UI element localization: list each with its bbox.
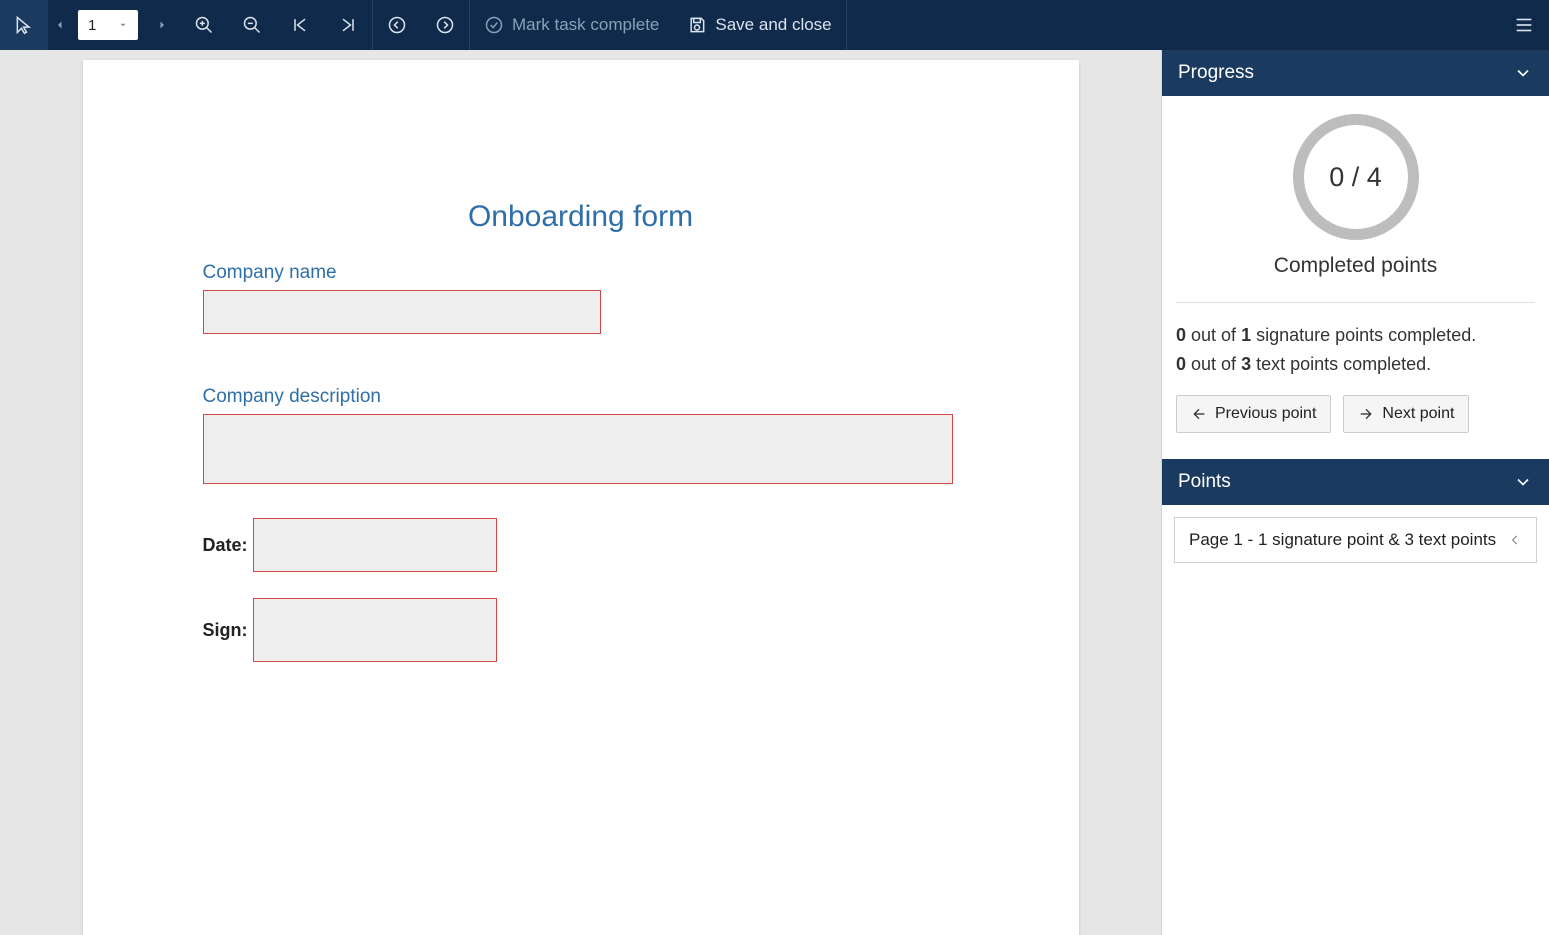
chevron-left-icon [1508, 533, 1522, 547]
company-name-label: Company name [203, 262, 959, 284]
company-name-field[interactable] [203, 290, 601, 334]
document-page: Onboarding form Company name Company des… [83, 60, 1079, 935]
points-page-row[interactable]: Page 1 - 1 signature point & 3 text poin… [1174, 517, 1537, 563]
points-header-label: Points [1178, 471, 1231, 493]
chevron-down-icon [1513, 63, 1533, 83]
progress-panel-body: 0 / 4 Completed points 0 out of 1 signat… [1162, 96, 1549, 459]
points-panel-header[interactable]: Points [1162, 459, 1549, 505]
points-panel-body: Page 1 - 1 signature point & 3 text poin… [1162, 505, 1549, 575]
top-toolbar: 1 Mark task complete [0, 0, 1549, 50]
next-page-button[interactable] [144, 0, 180, 50]
date-field[interactable] [253, 518, 497, 572]
progress-ring: 0 / 4 [1293, 114, 1419, 240]
text-stat-line: 0 out of 3 text points completed. [1176, 354, 1535, 375]
company-description-label: Company description [203, 386, 959, 408]
nav-forward-button[interactable] [421, 0, 469, 50]
sign-label: Sign: [203, 620, 253, 641]
save-close-label: Save and close [715, 15, 831, 35]
zoom-in-button[interactable] [180, 0, 228, 50]
sign-field[interactable] [253, 598, 497, 662]
sidebar: Progress 0 / 4 Completed points 0 out of… [1161, 50, 1549, 935]
form-title: Onboarding form [203, 200, 959, 234]
prev-page-button[interactable] [48, 0, 72, 50]
mark-complete-button[interactable]: Mark task complete [470, 0, 673, 50]
chevron-down-icon [1513, 472, 1533, 492]
page-number-value: 1 [88, 17, 96, 34]
document-canvas[interactable]: Onboarding form Company name Company des… [0, 50, 1161, 935]
date-label: Date: [203, 535, 253, 556]
zoom-out-button[interactable] [228, 0, 276, 50]
points-row-label: Page 1 - 1 signature point & 3 text poin… [1189, 530, 1496, 550]
signature-stat-line: 0 out of 1 signature points completed. [1176, 325, 1535, 346]
progress-ring-caption: Completed points [1274, 254, 1437, 278]
first-page-button[interactable] [276, 0, 324, 50]
progress-header-label: Progress [1178, 62, 1254, 84]
next-point-button[interactable]: Next point [1343, 395, 1469, 433]
menu-button[interactable] [1499, 0, 1549, 50]
last-page-button[interactable] [324, 0, 372, 50]
divider [1176, 302, 1535, 303]
toolbar-separator [846, 0, 847, 50]
next-point-label: Next point [1382, 405, 1454, 423]
nav-back-button[interactable] [373, 0, 421, 50]
previous-point-label: Previous point [1215, 405, 1316, 423]
previous-point-button[interactable]: Previous point [1176, 395, 1331, 433]
page-number-select[interactable]: 1 [78, 10, 138, 40]
company-description-field[interactable] [203, 414, 953, 484]
progress-ring-text: 0 / 4 [1329, 162, 1382, 193]
mark-complete-label: Mark task complete [512, 15, 659, 35]
pointer-tool-button[interactable] [0, 0, 48, 50]
progress-panel-header[interactable]: Progress [1162, 50, 1549, 96]
save-close-button[interactable]: Save and close [673, 0, 845, 50]
